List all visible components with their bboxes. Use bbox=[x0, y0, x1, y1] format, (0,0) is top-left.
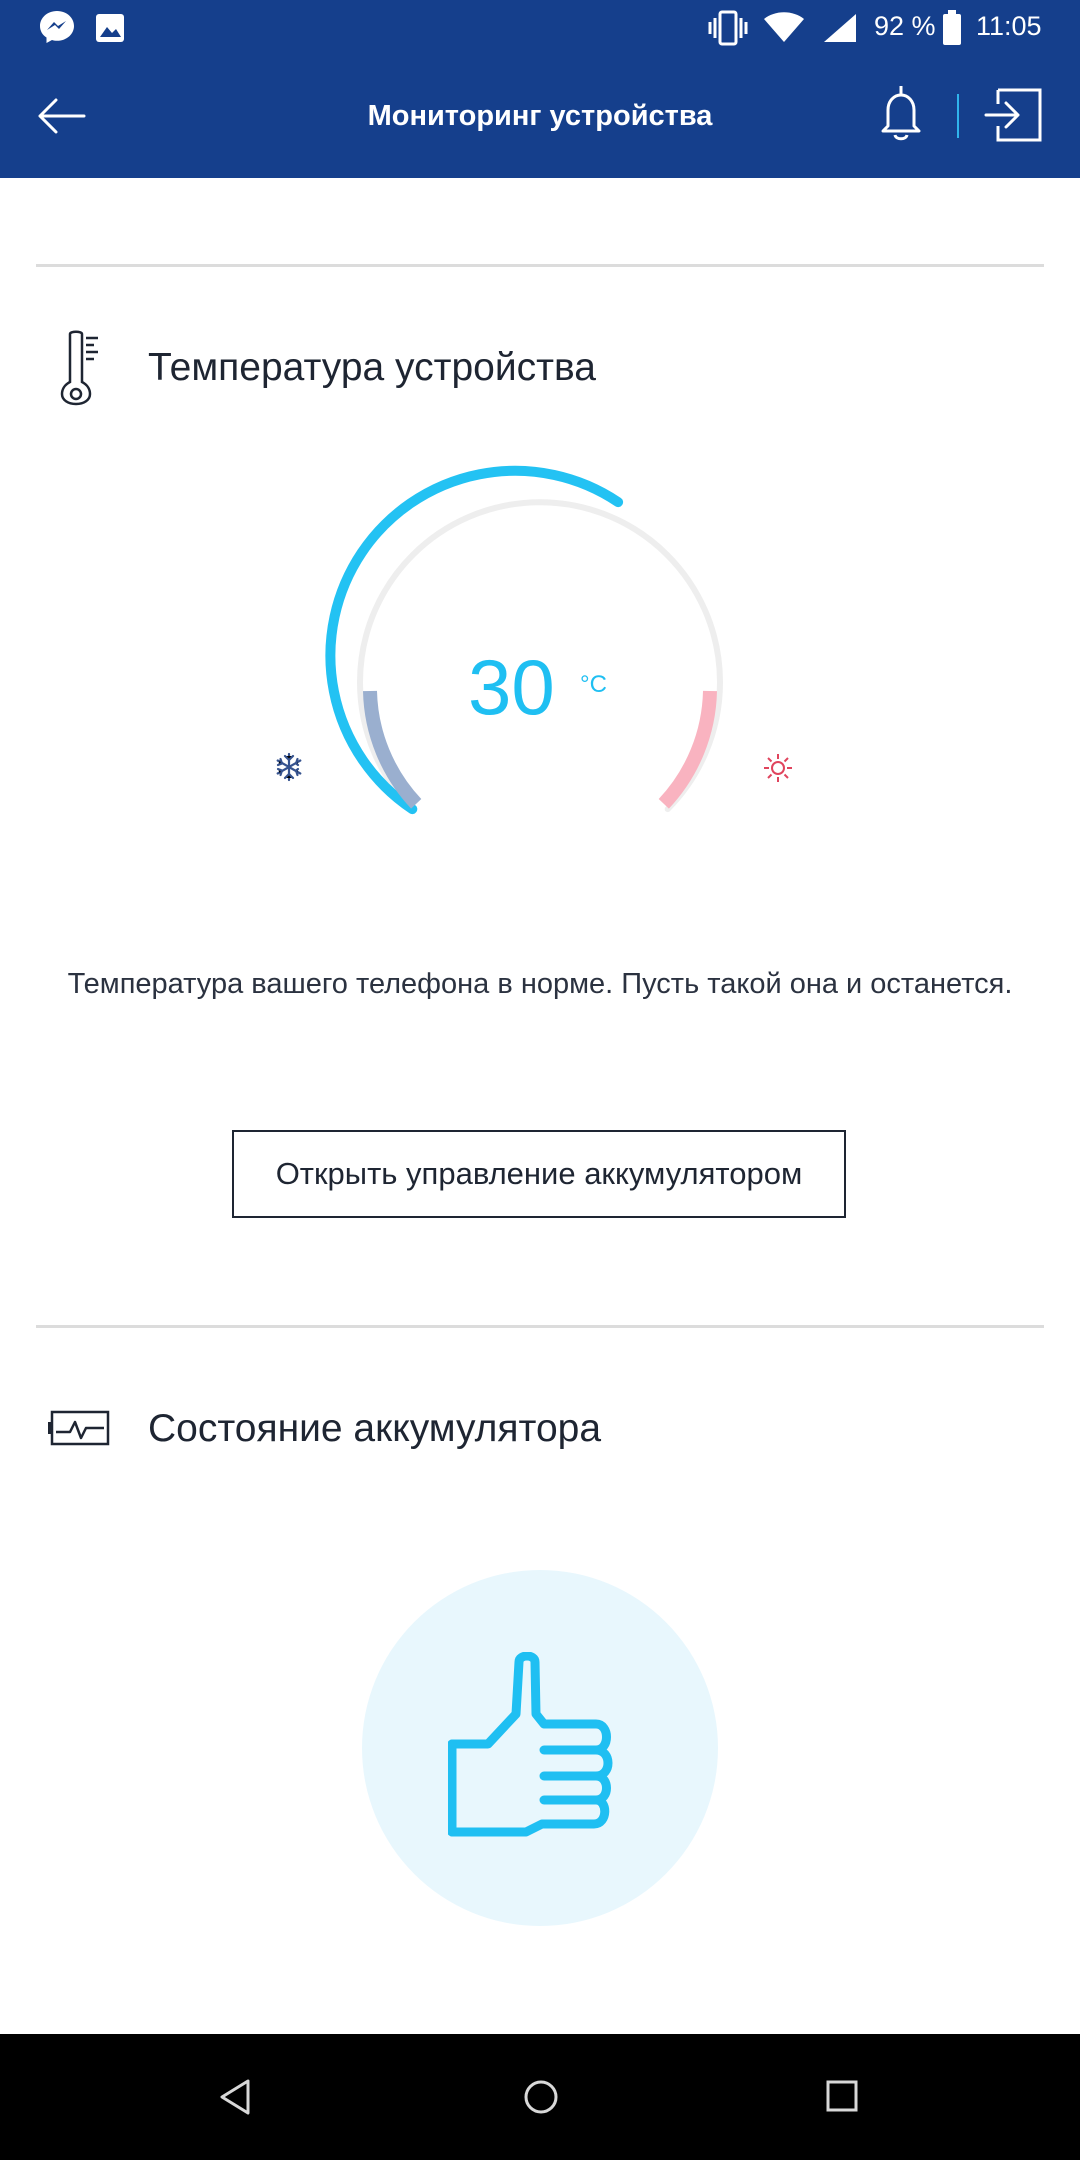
app-bar: Мониторинг устройства bbox=[0, 58, 1080, 178]
battery-section-title: Состояние аккумулятора bbox=[148, 1407, 602, 1450]
wifi-icon bbox=[764, 12, 804, 49]
temperature-section-title: Температура устройства bbox=[148, 346, 596, 389]
open-battery-management-button[interactable]: Открыть управление аккумулятором bbox=[232, 1130, 846, 1218]
battery-icon bbox=[942, 10, 962, 51]
system-navigation-bar bbox=[0, 2034, 1080, 2160]
sun-icon bbox=[762, 752, 794, 789]
image-icon bbox=[94, 12, 126, 49]
toolbar-separator bbox=[957, 94, 959, 138]
temperature-status-message: Температура вашего телефона в норме. Пус… bbox=[67, 968, 1013, 1000]
snowflake-icon bbox=[274, 752, 304, 787]
status-bar: 92 % 11:05 bbox=[0, 0, 1080, 58]
clock: 11:05 bbox=[976, 11, 1042, 41]
exit-icon[interactable] bbox=[982, 86, 1044, 149]
battery-pulse-icon bbox=[48, 1408, 112, 1453]
home-nav-icon[interactable] bbox=[522, 2078, 560, 2121]
gauge-fill bbox=[325, 465, 624, 815]
bell-icon[interactable] bbox=[874, 84, 928, 149]
temperature-unit: °C bbox=[580, 671, 607, 698]
vibrate-icon bbox=[708, 10, 748, 51]
messenger-icon bbox=[38, 8, 76, 51]
thermometer-icon bbox=[60, 330, 102, 411]
battery-percent: 92 % bbox=[874, 11, 936, 41]
back-nav-icon[interactable] bbox=[218, 2078, 252, 2121]
thumbs-up-icon bbox=[447, 1651, 634, 1847]
temperature-value: 30 bbox=[468, 643, 555, 731]
signal-icon bbox=[822, 12, 858, 49]
section-divider bbox=[36, 1325, 1044, 1328]
recents-nav-icon[interactable] bbox=[825, 2079, 859, 2118]
section-divider bbox=[36, 264, 1044, 267]
